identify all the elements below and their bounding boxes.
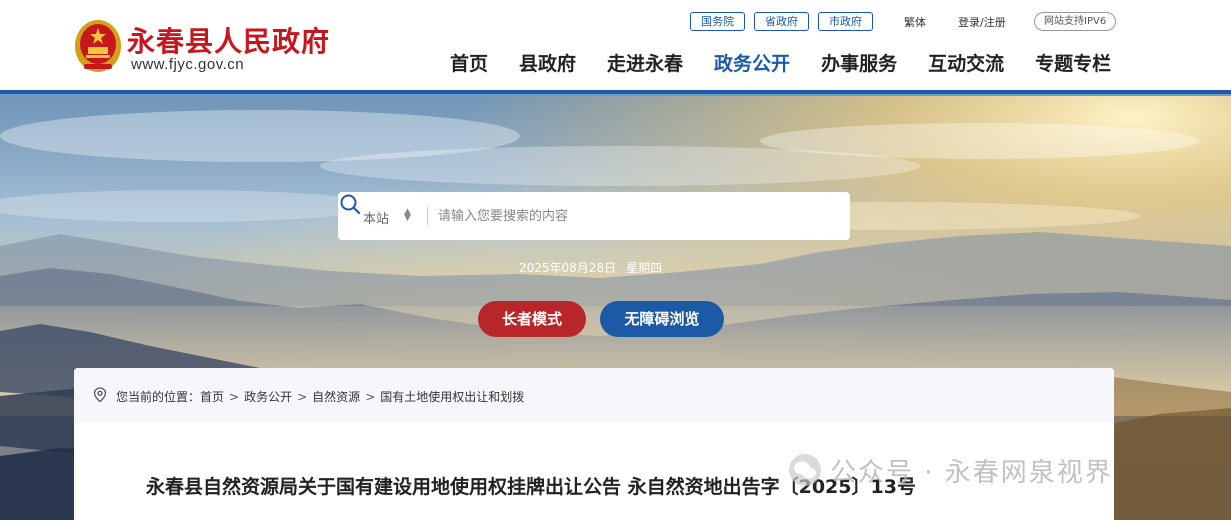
breadcrumb-separator: >	[365, 390, 376, 404]
breadcrumb-separator: >	[229, 390, 240, 404]
nav-item-interaction[interactable]: 互动交流	[928, 49, 1004, 76]
search-divider	[427, 207, 428, 225]
date-value: 2025年08月28日	[519, 261, 617, 275]
gov-link-state-council[interactable]: 国务院	[690, 12, 745, 31]
site-name[interactable]: 永春县人民政府	[127, 20, 330, 60]
gov-links: 国务院 省政府 市政府	[690, 12, 882, 31]
nav-item-gov-affairs[interactable]: 政务公开	[714, 49, 790, 76]
breadcrumb-separator: >	[297, 390, 308, 404]
ipv6-badge: 网站支持IPV6	[1034, 12, 1117, 31]
content-card: 您当前的位置：首页 > 政务公开 > 自然资源 > 国有土地使用权出让和划拨 永春县自然资源…	[74, 368, 1114, 520]
nav-item-home[interactable]: 首页	[450, 49, 488, 76]
breadcrumb-gov-affairs[interactable]: 政务公开	[244, 390, 292, 404]
site-header: 永春县人民政府 www.fjyc.gov.cn 国务院 省政府 市政府 繁体 登…	[0, 0, 1231, 90]
national-emblem-icon[interactable]	[74, 19, 122, 73]
gov-link-province[interactable]: 省政府	[754, 12, 809, 31]
main-nav: 首页 县政府 走进永春 政务公开 办事服务 互动交流 专题专栏	[450, 49, 1111, 76]
nav-item-about[interactable]: 走进永春	[607, 49, 683, 76]
breadcrumb-home[interactable]: 首页	[200, 390, 224, 404]
current-date: 2025年08月28日 星期四	[519, 259, 662, 276]
breadcrumb-prefix: 您当前的位置：	[116, 390, 201, 404]
location-pin-icon	[93, 387, 107, 403]
watermark-text: 公众号 · 永春网泉视界	[830, 457, 1113, 488]
accessible-browse-button[interactable]: 无障碍浏览	[600, 301, 724, 337]
nav-item-services[interactable]: 办事服务	[821, 49, 897, 76]
wechat-icon	[789, 454, 821, 486]
breadcrumb-bar: 您当前的位置：首页 > 政务公开 > 自然资源 > 国有土地使用权出让和划拨	[74, 368, 1114, 423]
search-box: 本站 ▲ ▼	[338, 192, 850, 240]
login-register-link[interactable]: 登录/注册	[958, 14, 1006, 30]
breadcrumb-land-transfer[interactable]: 国有土地使用权出让和划拨	[380, 390, 524, 404]
scope-sort-icon[interactable]: ▲ ▼	[404, 208, 411, 223]
search-icon[interactable]	[338, 192, 362, 216]
search-input[interactable]	[438, 204, 798, 228]
traditional-chinese-link[interactable]: 繁体	[904, 14, 926, 30]
nav-item-topics[interactable]: 专题专栏	[1035, 49, 1111, 76]
nav-item-county-gov[interactable]: 县政府	[519, 49, 576, 76]
search-scope-select[interactable]: 本站	[363, 208, 389, 227]
wechat-watermark: 公众号 · 永春网泉视界	[788, 450, 1113, 490]
site-url: www.fjyc.gov.cn	[131, 56, 245, 73]
gov-link-city[interactable]: 市政府	[818, 12, 873, 31]
elder-mode-button[interactable]: 长者模式	[478, 301, 586, 337]
breadcrumb: 您当前的位置：首页 > 政务公开 > 自然资源 > 国有土地使用权出让和划拨	[116, 388, 524, 405]
weekday-value: 星期四	[626, 261, 663, 275]
breadcrumb-natural-resources[interactable]: 自然资源	[312, 390, 360, 404]
